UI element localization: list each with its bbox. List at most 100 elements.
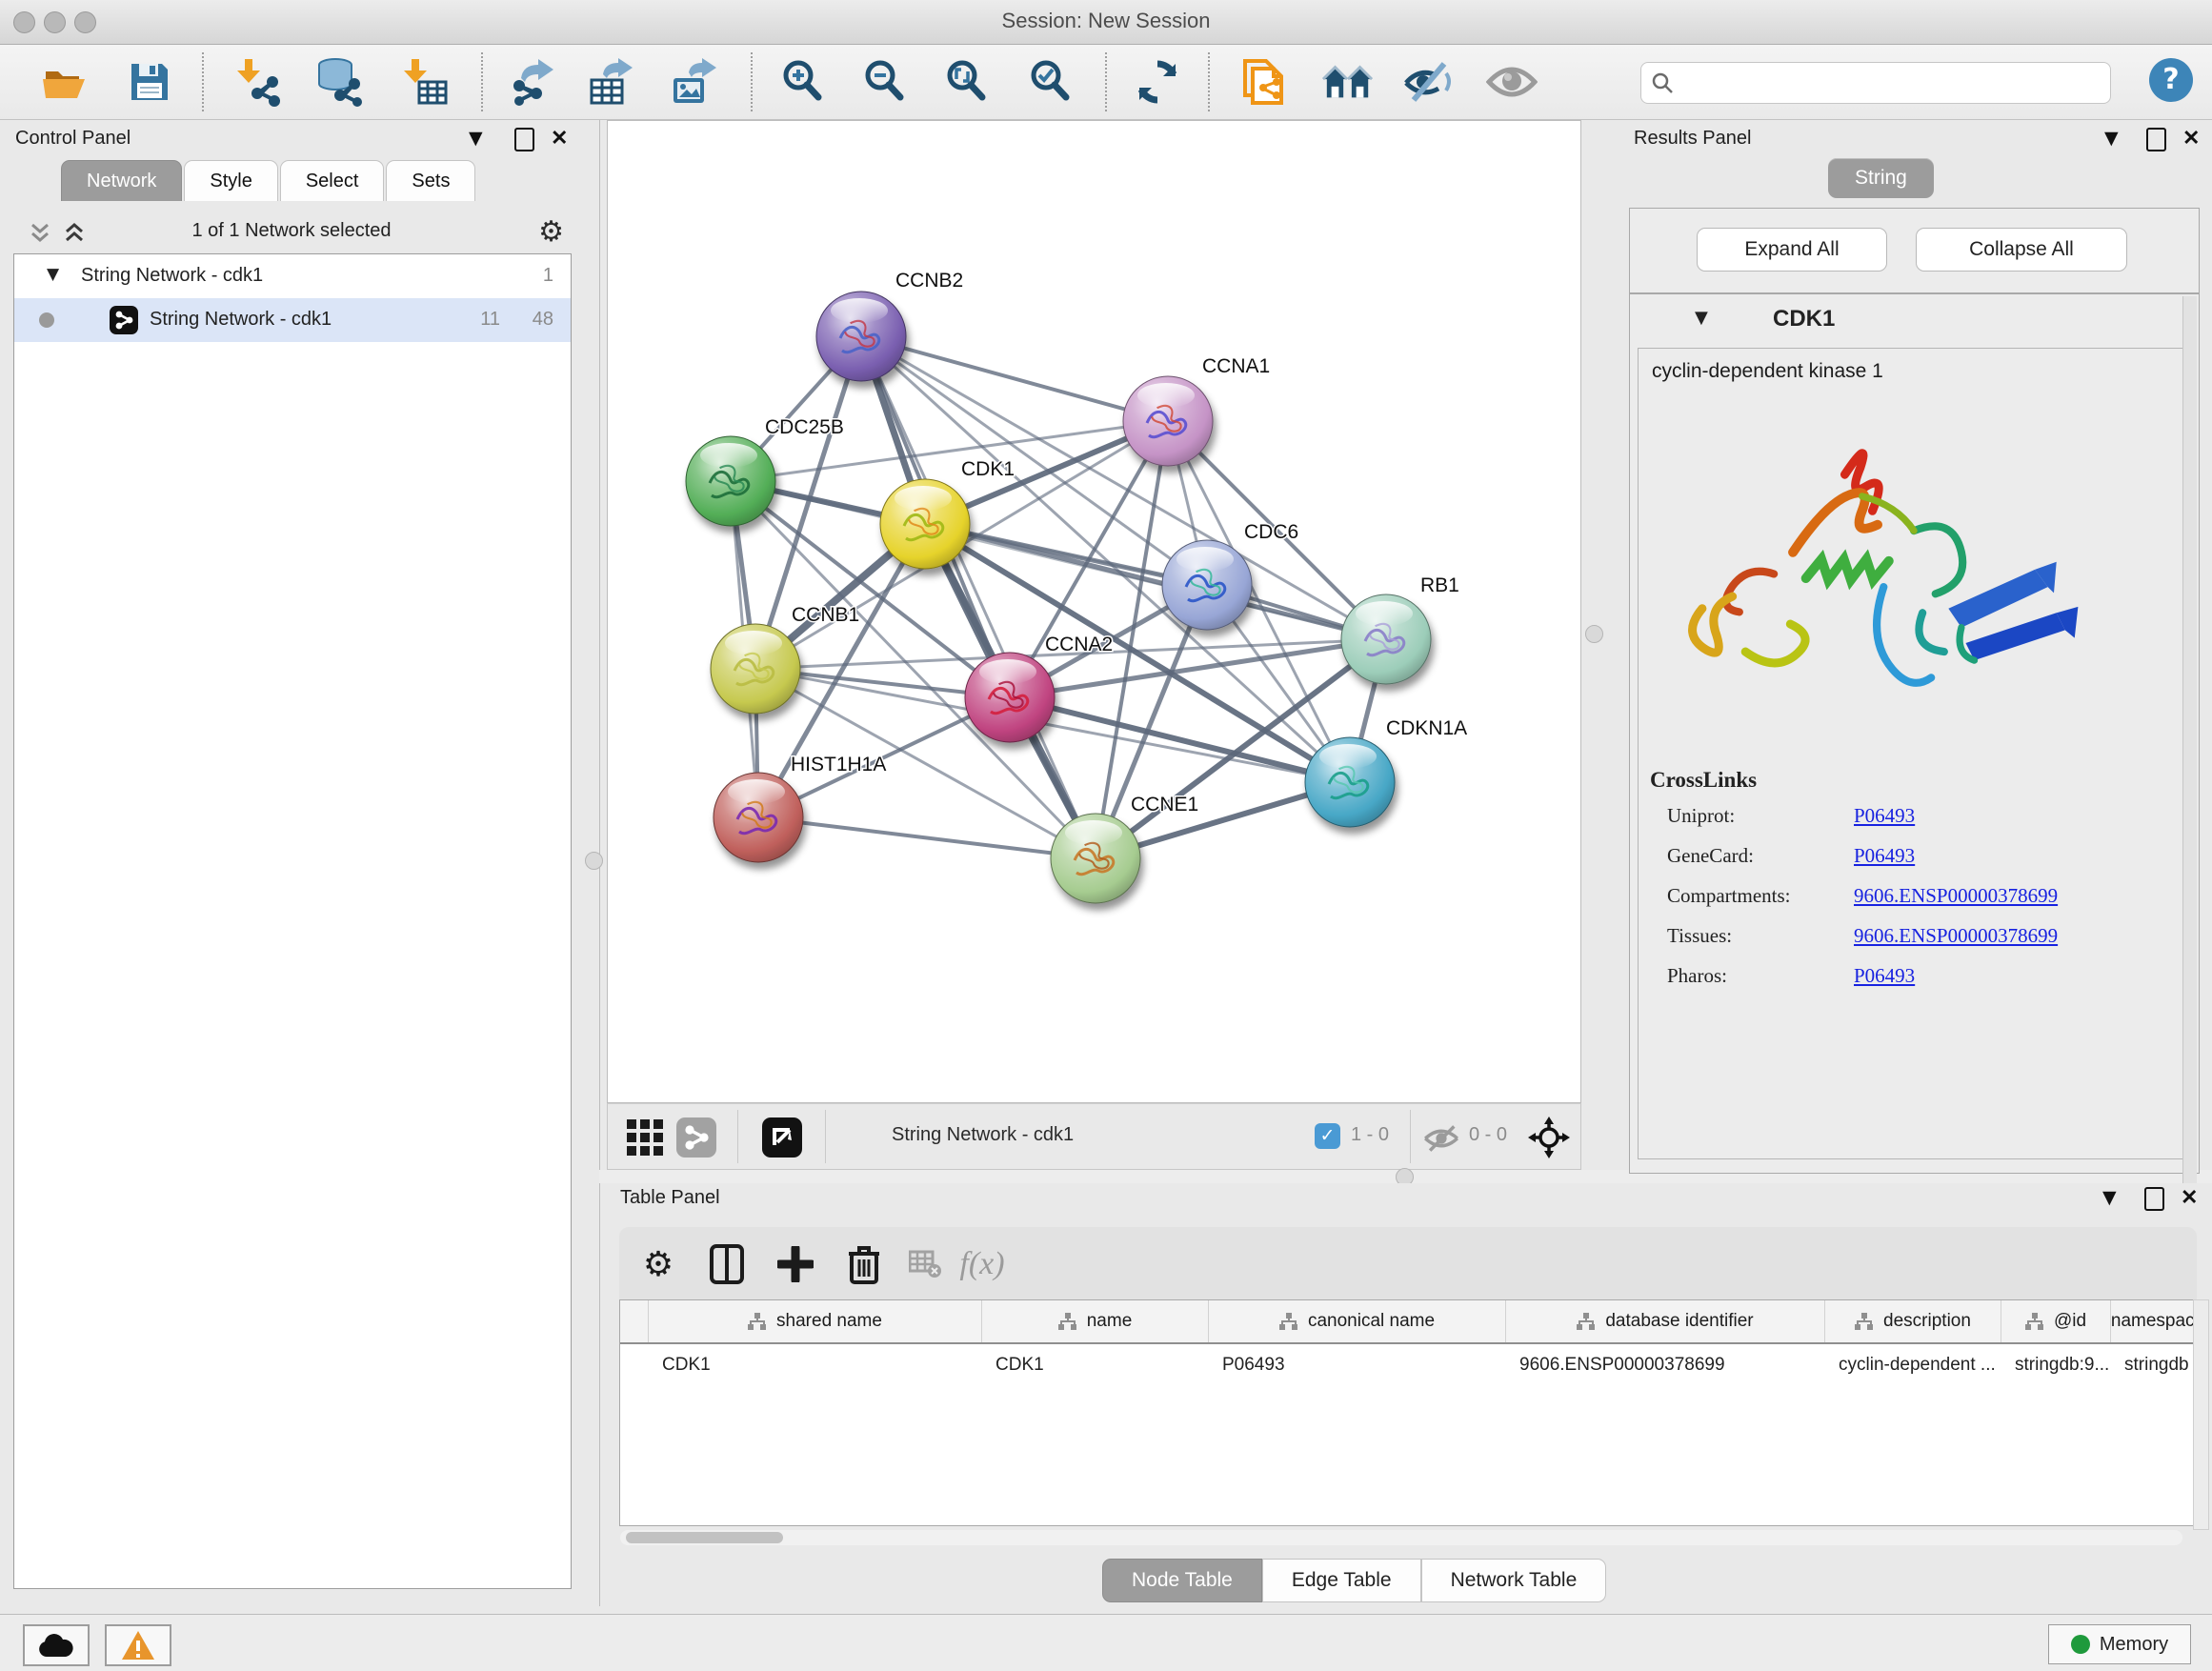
help-button[interactable]: ? bbox=[2149, 58, 2193, 102]
crosslink-link[interactable]: 9606.ENSP00000378699 bbox=[1854, 884, 2058, 908]
network-options-gear-icon[interactable]: ⚙ bbox=[538, 215, 564, 249]
delete-column-icon[interactable] bbox=[840, 1240, 888, 1288]
tab-select[interactable]: Select bbox=[280, 160, 385, 201]
selected-checkbox-icon[interactable]: ✓ bbox=[1315, 1123, 1340, 1149]
warnings-button[interactable] bbox=[105, 1624, 171, 1666]
network-node-CCNB1[interactable] bbox=[711, 624, 800, 714]
table-vertical-scrollbar[interactable] bbox=[2193, 1299, 2209, 1530]
panel-menu-icon[interactable]: ▼ bbox=[2104, 128, 2119, 149]
delete-table-icon[interactable] bbox=[901, 1240, 949, 1288]
export-network-button[interactable] bbox=[507, 56, 558, 108]
close-panel-icon[interactable]: ✕ bbox=[551, 126, 568, 151]
panel-menu-icon[interactable]: ▼ bbox=[2102, 1187, 2117, 1208]
import-table-button[interactable] bbox=[400, 56, 452, 108]
collapse-all-button[interactable]: Collapse All bbox=[1916, 228, 2127, 272]
network-node-HIST1H1A[interactable] bbox=[714, 773, 803, 862]
float-panel-icon[interactable] bbox=[2146, 128, 2166, 151]
zoom-selected-button[interactable] bbox=[1025, 56, 1076, 108]
crosslink-link[interactable]: P06493 bbox=[1854, 804, 1915, 828]
table-horizontal-scrollbar[interactable] bbox=[620, 1530, 2182, 1545]
tree-expander-icon[interactable]: ▼ bbox=[47, 265, 59, 284]
grid-view-icon[interactable] bbox=[627, 1119, 663, 1156]
network-node-CCNA2[interactable] bbox=[965, 653, 1055, 742]
tab-style[interactable]: Style bbox=[184, 160, 277, 201]
import-network-database-button[interactable] bbox=[314, 56, 366, 108]
table-tabs: Node Table Edge Table Network Table bbox=[1102, 1559, 1606, 1602]
column-header-label: shared name bbox=[776, 1311, 882, 1332]
table-options-gear-icon[interactable]: ⚙ bbox=[634, 1240, 682, 1288]
tab-node-table[interactable]: Node Table bbox=[1102, 1559, 1262, 1602]
network-edge-CCNE1-HIST1H1A[interactable] bbox=[758, 817, 1096, 858]
network-node-CDC25B[interactable] bbox=[686, 436, 775, 526]
collection-count: 1 bbox=[543, 265, 553, 287]
network-node-RB1[interactable] bbox=[1341, 594, 1431, 684]
network-node-CCNE1[interactable] bbox=[1051, 814, 1140, 903]
network-node-CDKN1A[interactable] bbox=[1305, 737, 1395, 827]
tab-edge-table[interactable]: Edge Table bbox=[1262, 1559, 1421, 1602]
float-panel-icon[interactable] bbox=[2144, 1187, 2164, 1211]
search-input[interactable] bbox=[1683, 65, 2097, 99]
apply-layout-button[interactable] bbox=[1132, 56, 1183, 108]
tab-sets[interactable]: Sets bbox=[386, 160, 475, 201]
create-column-icon[interactable] bbox=[772, 1240, 819, 1288]
column-header-description[interactable]: description bbox=[1825, 1300, 2001, 1342]
column-header--id[interactable]: @id bbox=[2001, 1300, 2111, 1342]
export-image-button[interactable] bbox=[667, 56, 718, 108]
first-neighbors-button[interactable] bbox=[1322, 56, 1374, 108]
network-node-CDC6[interactable] bbox=[1162, 540, 1252, 630]
tab-string[interactable]: String bbox=[1828, 158, 1934, 198]
column-header-namespace[interactable]: namespace bbox=[2111, 1300, 2196, 1342]
show-all-button[interactable] bbox=[1486, 56, 1538, 108]
crosslink-link[interactable]: P06493 bbox=[1854, 844, 1915, 868]
close-panel-icon[interactable]: ✕ bbox=[2182, 126, 2200, 151]
column-header-shared-name[interactable]: shared name bbox=[649, 1300, 982, 1342]
tab-network[interactable]: Network bbox=[61, 160, 182, 201]
network-node-CCNA1[interactable] bbox=[1123, 376, 1213, 466]
birdseye-toggle-icon[interactable] bbox=[762, 1117, 802, 1158]
tab-network-table[interactable]: Network Table bbox=[1421, 1559, 1607, 1602]
close-panel-icon[interactable]: ✕ bbox=[2181, 1185, 2198, 1210]
table-cell: cyclin-dependent ... bbox=[1825, 1344, 2001, 1386]
hide-selected-button[interactable] bbox=[1402, 56, 1454, 108]
expand-all-button[interactable]: Expand All bbox=[1697, 228, 1887, 272]
zoom-fit-button[interactable] bbox=[941, 56, 993, 108]
column-header-canonical-name[interactable]: canonical name bbox=[1209, 1300, 1506, 1342]
warning-icon bbox=[121, 1630, 155, 1661]
zoom-out-button[interactable] bbox=[859, 56, 911, 108]
right-splitter-handle[interactable] bbox=[1585, 625, 1603, 643]
results-scrollbar[interactable] bbox=[2182, 296, 2197, 1258]
entry-header[interactable]: ▼ CDK1 bbox=[1630, 294, 2199, 344]
network-row[interactable]: String Network - cdk1 11 48 bbox=[14, 298, 571, 342]
network-node-CDK1[interactable] bbox=[880, 479, 970, 569]
column-type-icon bbox=[748, 1313, 767, 1330]
column-header-name[interactable]: name bbox=[982, 1300, 1209, 1342]
crosslink-link[interactable]: 9606.ENSP00000378699 bbox=[1854, 924, 2058, 948]
cloud-button[interactable] bbox=[23, 1624, 90, 1666]
open-session-button[interactable] bbox=[38, 56, 90, 108]
left-splitter-handle[interactable] bbox=[585, 852, 603, 870]
crosslink-link[interactable]: P06493 bbox=[1854, 964, 1915, 988]
panel-menu-icon[interactable]: ▼ bbox=[469, 128, 483, 149]
entry-expander-icon[interactable]: ▼ bbox=[1695, 308, 1708, 328]
save-session-button[interactable] bbox=[124, 56, 175, 108]
show-columns-icon[interactable] bbox=[703, 1240, 751, 1288]
string-view-icon[interactable] bbox=[676, 1117, 716, 1158]
export-table-button[interactable] bbox=[585, 56, 636, 108]
network-node-CCNB2[interactable] bbox=[816, 292, 906, 381]
network-edge-CCNE1-CCNB2[interactable] bbox=[861, 336, 1096, 858]
memory-button[interactable]: Memory bbox=[2048, 1624, 2191, 1664]
zoom-in-button[interactable] bbox=[777, 56, 829, 108]
column-header-database-identifier[interactable]: database identifier bbox=[1506, 1300, 1825, 1342]
crosshair-icon[interactable] bbox=[1528, 1117, 1570, 1158]
node-label-CDC25B: CDC25B bbox=[765, 416, 844, 438]
import-network-file-button[interactable] bbox=[232, 56, 284, 108]
function-builder-icon[interactable]: f(x) bbox=[958, 1240, 1006, 1288]
network-selection-status: 1 of 1 Network selected bbox=[13, 220, 570, 242]
clone-network-button[interactable] bbox=[1240, 56, 1292, 108]
network-canvas[interactable]: CCNB2CCNA1CDC25BCDK1CDC6RB1CCNB1CCNA2CDK… bbox=[607, 120, 1581, 1103]
network-collection-row[interactable]: ▼ String Network - cdk1 1 bbox=[14, 254, 571, 298]
scrollbar-thumb[interactable] bbox=[626, 1532, 783, 1543]
table-row[interactable]: CDK1CDK1P064939606.ENSP00000378699cyclin… bbox=[620, 1344, 2196, 1386]
houses-icon bbox=[1322, 60, 1374, 104]
float-panel-icon[interactable] bbox=[514, 128, 534, 151]
